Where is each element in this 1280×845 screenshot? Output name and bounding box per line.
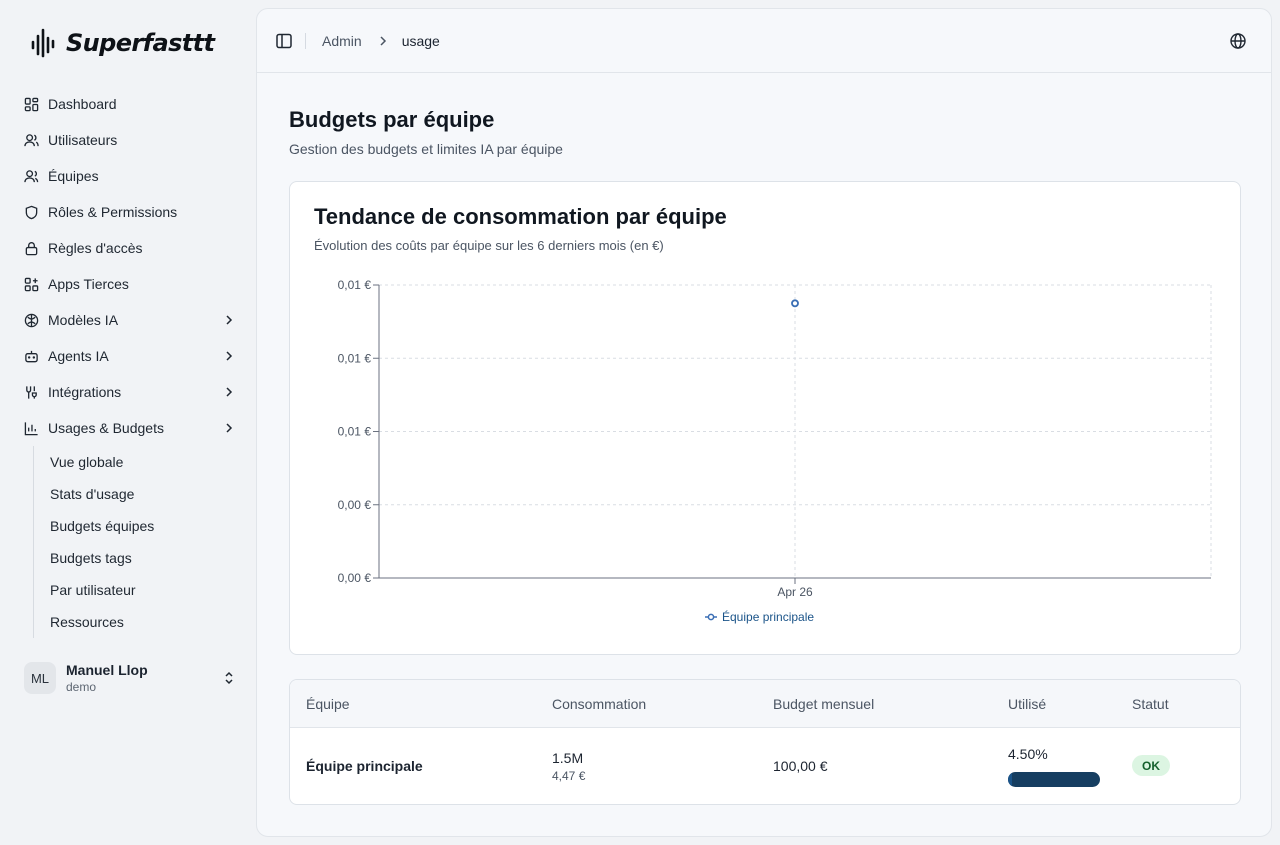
page-subtitle: Gestion des budgets et limites IA par éq… — [289, 141, 563, 157]
team-icon — [24, 169, 39, 182]
sidebar-item-integrations[interactable]: Intégrations — [24, 374, 236, 410]
table-row[interactable]: Équipe principale 1.5M 4,47 € 100,00 € 4… — [290, 728, 1240, 804]
integration-icon — [26, 385, 37, 399]
usage-subnav: Vue globale Stats d'usage Budgets équipe… — [33, 446, 236, 638]
sidebar-item-label: Apps Tierces — [48, 276, 129, 292]
x-tick-label: Apr 26 — [777, 585, 813, 599]
column-header-status[interactable]: Statut — [1132, 696, 1169, 712]
waveform-logo-icon — [31, 28, 55, 58]
sidebar-item-third-party-apps[interactable]: Apps Tierces — [24, 266, 236, 302]
consumption-trend-card: Tendance de consommation par équipe Évol… — [289, 181, 1241, 655]
sidebar-item-roles[interactable]: Rôles & Permissions — [24, 194, 236, 230]
avatar: ML — [24, 662, 56, 694]
bot-icon — [25, 350, 38, 362]
chevron-right-icon — [226, 423, 233, 433]
sidebar-item-label: Modèles IA — [48, 312, 119, 328]
subnav-item-team-budgets[interactable]: Budgets équipes — [50, 510, 236, 542]
consumption-cost: 4,47 € — [552, 769, 586, 783]
consumption-tokens: 1.5M — [552, 750, 584, 766]
team-budgets-table: Équipe Consommation Budget mensuel Utili… — [289, 679, 1241, 805]
consumption-line-chart: 0,00 € 0,00 € 0,01 € 0,01 € 0,01 € Apr 26 Équi… — [338, 278, 1212, 624]
shield-icon — [25, 205, 38, 219]
breadcrumb-current: usage — [401, 32, 440, 49]
legend-point-marker — [707, 613, 715, 621]
sidebar-item-label: Dashboard — [48, 96, 117, 112]
users-icon — [24, 133, 39, 146]
chevrons-up-down-icon — [225, 671, 233, 685]
sidebar-item-access-rules[interactable]: Règles d'accès — [24, 230, 236, 266]
sidebar-item-label: Intégrations — [48, 384, 122, 400]
sidebar-item-users[interactable]: Utilisateurs — [24, 122, 236, 158]
budget-usage-progress-bar — [1008, 772, 1100, 787]
subnav-item-usage-stats[interactable]: Stats d'usage — [50, 478, 236, 510]
sidebar-item-ai-agents[interactable]: Agents IA — [24, 338, 236, 374]
brand-name: Superfasttt — [66, 29, 215, 57]
topbar-divider — [305, 32, 306, 49]
subnav-item-overview[interactable]: Vue globale — [50, 446, 236, 478]
sidebar-item-dashboard[interactable]: Dashboard — [24, 86, 236, 122]
data-point — [791, 299, 799, 308]
chevron-right-icon — [380, 35, 386, 46]
team-name: Équipe principale — [306, 758, 423, 774]
sidebar-item-label: Utilisateurs — [48, 132, 118, 148]
used-percent: 4.50% — [1008, 746, 1048, 762]
sidebar-item-label: Usages & Budgets — [48, 420, 164, 436]
page-header: Budgets par équipe Gestion des budgets e… — [289, 107, 1241, 157]
sidebar-item-ai-models[interactable]: Modèles IA — [24, 302, 236, 338]
column-header-used[interactable]: Utilisé — [1008, 696, 1046, 712]
lock-icon — [25, 241, 38, 255]
sidebar-item-label: Agents IA — [48, 348, 109, 364]
y-tick-label: 0,01 € — [338, 425, 372, 439]
sidebar-item-usage-budgets[interactable]: Usages & Budgets — [24, 410, 236, 446]
y-tick-label: 0,01 € — [338, 278, 372, 292]
monthly-budget: 100,00 € — [773, 758, 828, 774]
status-badge: OK — [1132, 755, 1170, 776]
user-info: Manuel Llop demo — [66, 662, 212, 694]
sidebar-item-label: Règles d'accès — [48, 240, 143, 256]
sidebar: Superfasttt Dashboard Utilisateurs Équip… — [0, 0, 256, 845]
subnav-item-resources[interactable]: Ressources — [50, 606, 236, 638]
breadcrumb-admin[interactable]: Admin — [322, 33, 362, 49]
topbar: Admin usage — [257, 9, 1271, 73]
main-panel: Admin usage Budgets par équipe Gestion d… — [256, 8, 1272, 837]
sidebar-item-label: Équipes — [48, 168, 99, 184]
user-name: Manuel Llop — [66, 662, 148, 678]
legend-label: Équipe principale — [722, 609, 814, 624]
y-tick-label: 0,00 € — [338, 571, 372, 585]
subnav-item-per-user[interactable]: Par utilisateur — [50, 574, 236, 606]
page-title: Budgets par équipe — [289, 107, 495, 132]
brain-icon — [24, 313, 39, 327]
y-tick-label: 0,00 € — [338, 498, 372, 512]
sidebar-item-label: Rôles & Permissions — [48, 204, 178, 220]
subnav-item-tag-budgets[interactable]: Budgets tags — [50, 542, 236, 574]
progress-fill — [1008, 772, 1013, 787]
breadcrumb: Admin usage — [322, 33, 440, 49]
table-header: Équipe Consommation Budget mensuel Utili… — [290, 680, 1240, 728]
chevron-right-icon — [226, 351, 233, 361]
chevron-right-icon — [226, 387, 233, 397]
sidebar-toggle-icon[interactable] — [275, 32, 293, 50]
brand-logo[interactable]: Superfasttt — [30, 26, 215, 60]
sidebar-item-teams[interactable]: Équipes — [24, 158, 236, 194]
dashboard-icon — [24, 97, 39, 111]
y-tick-label: 0,01 € — [338, 351, 372, 365]
globe-icon[interactable] — [1229, 32, 1247, 50]
chevron-right-icon — [226, 315, 233, 325]
sidebar-nav: Dashboard Utilisateurs Équipes Rôles & P… — [24, 86, 236, 638]
column-header-monthly-budget[interactable]: Budget mensuel — [773, 696, 874, 712]
column-header-team[interactable]: Équipe — [306, 696, 350, 712]
apps-icon — [24, 277, 39, 291]
bar-chart-icon — [24, 421, 38, 435]
user-menu[interactable]: ML Manuel Llop demo — [24, 662, 236, 694]
user-role: demo — [66, 680, 97, 694]
column-header-consumption[interactable]: Consommation — [552, 696, 646, 712]
